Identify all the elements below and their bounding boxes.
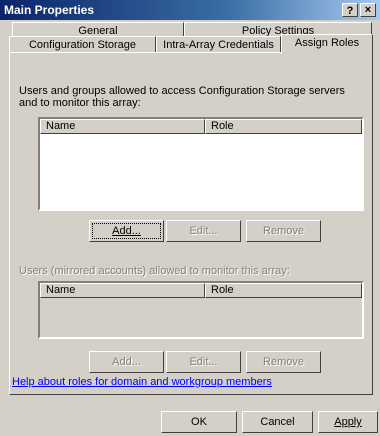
column-header-role[interactable]: Role	[205, 119, 362, 134]
column-header-role[interactable]: Role	[205, 283, 362, 298]
tab-panel: Users and groups allowed to access Confi…	[9, 52, 373, 395]
section1-description: Users and groups allowed to access Confi…	[19, 85, 345, 109]
add-button-label: Add...	[112, 225, 141, 237]
remove-button[interactable]: Remove	[246, 220, 321, 242]
tab-intra-array-credentials[interactable]: Intra-Array Credentials	[156, 36, 281, 53]
section2-description: Users (mirrored accounts) allowed to mon…	[19, 265, 290, 277]
column-header-name[interactable]: Name	[40, 283, 205, 298]
edit-button[interactable]: Edit...	[166, 220, 241, 242]
tab-assign-roles[interactable]: Assign Roles	[281, 34, 373, 54]
tab-configuration-storage[interactable]: Configuration Storage	[9, 36, 156, 53]
ok-button[interactable]: OK	[161, 411, 237, 433]
help-roles-link[interactable]: Help about roles for domain and workgrou…	[12, 376, 272, 388]
add-mirrored-button[interactable]: Add...	[89, 351, 164, 373]
mirrored-accounts-listview[interactable]: Name Role	[38, 281, 364, 339]
add-button[interactable]: Add...	[89, 220, 164, 242]
roles-listview[interactable]: Name Role	[38, 117, 364, 211]
column-header-name[interactable]: Name	[40, 119, 205, 134]
apply-button-label: Apply	[334, 416, 362, 428]
apply-button[interactable]: Apply	[318, 411, 378, 433]
close-button[interactable]: ×	[360, 3, 376, 17]
help-button[interactable]: ?	[342, 3, 358, 17]
remove-mirrored-button[interactable]: Remove	[246, 351, 321, 373]
window-title: Main Properties	[4, 3, 95, 17]
title-bar: Main Properties ? ×	[0, 0, 380, 20]
cancel-button[interactable]: Cancel	[242, 411, 313, 433]
edit-mirrored-button[interactable]: Edit...	[166, 351, 241, 373]
